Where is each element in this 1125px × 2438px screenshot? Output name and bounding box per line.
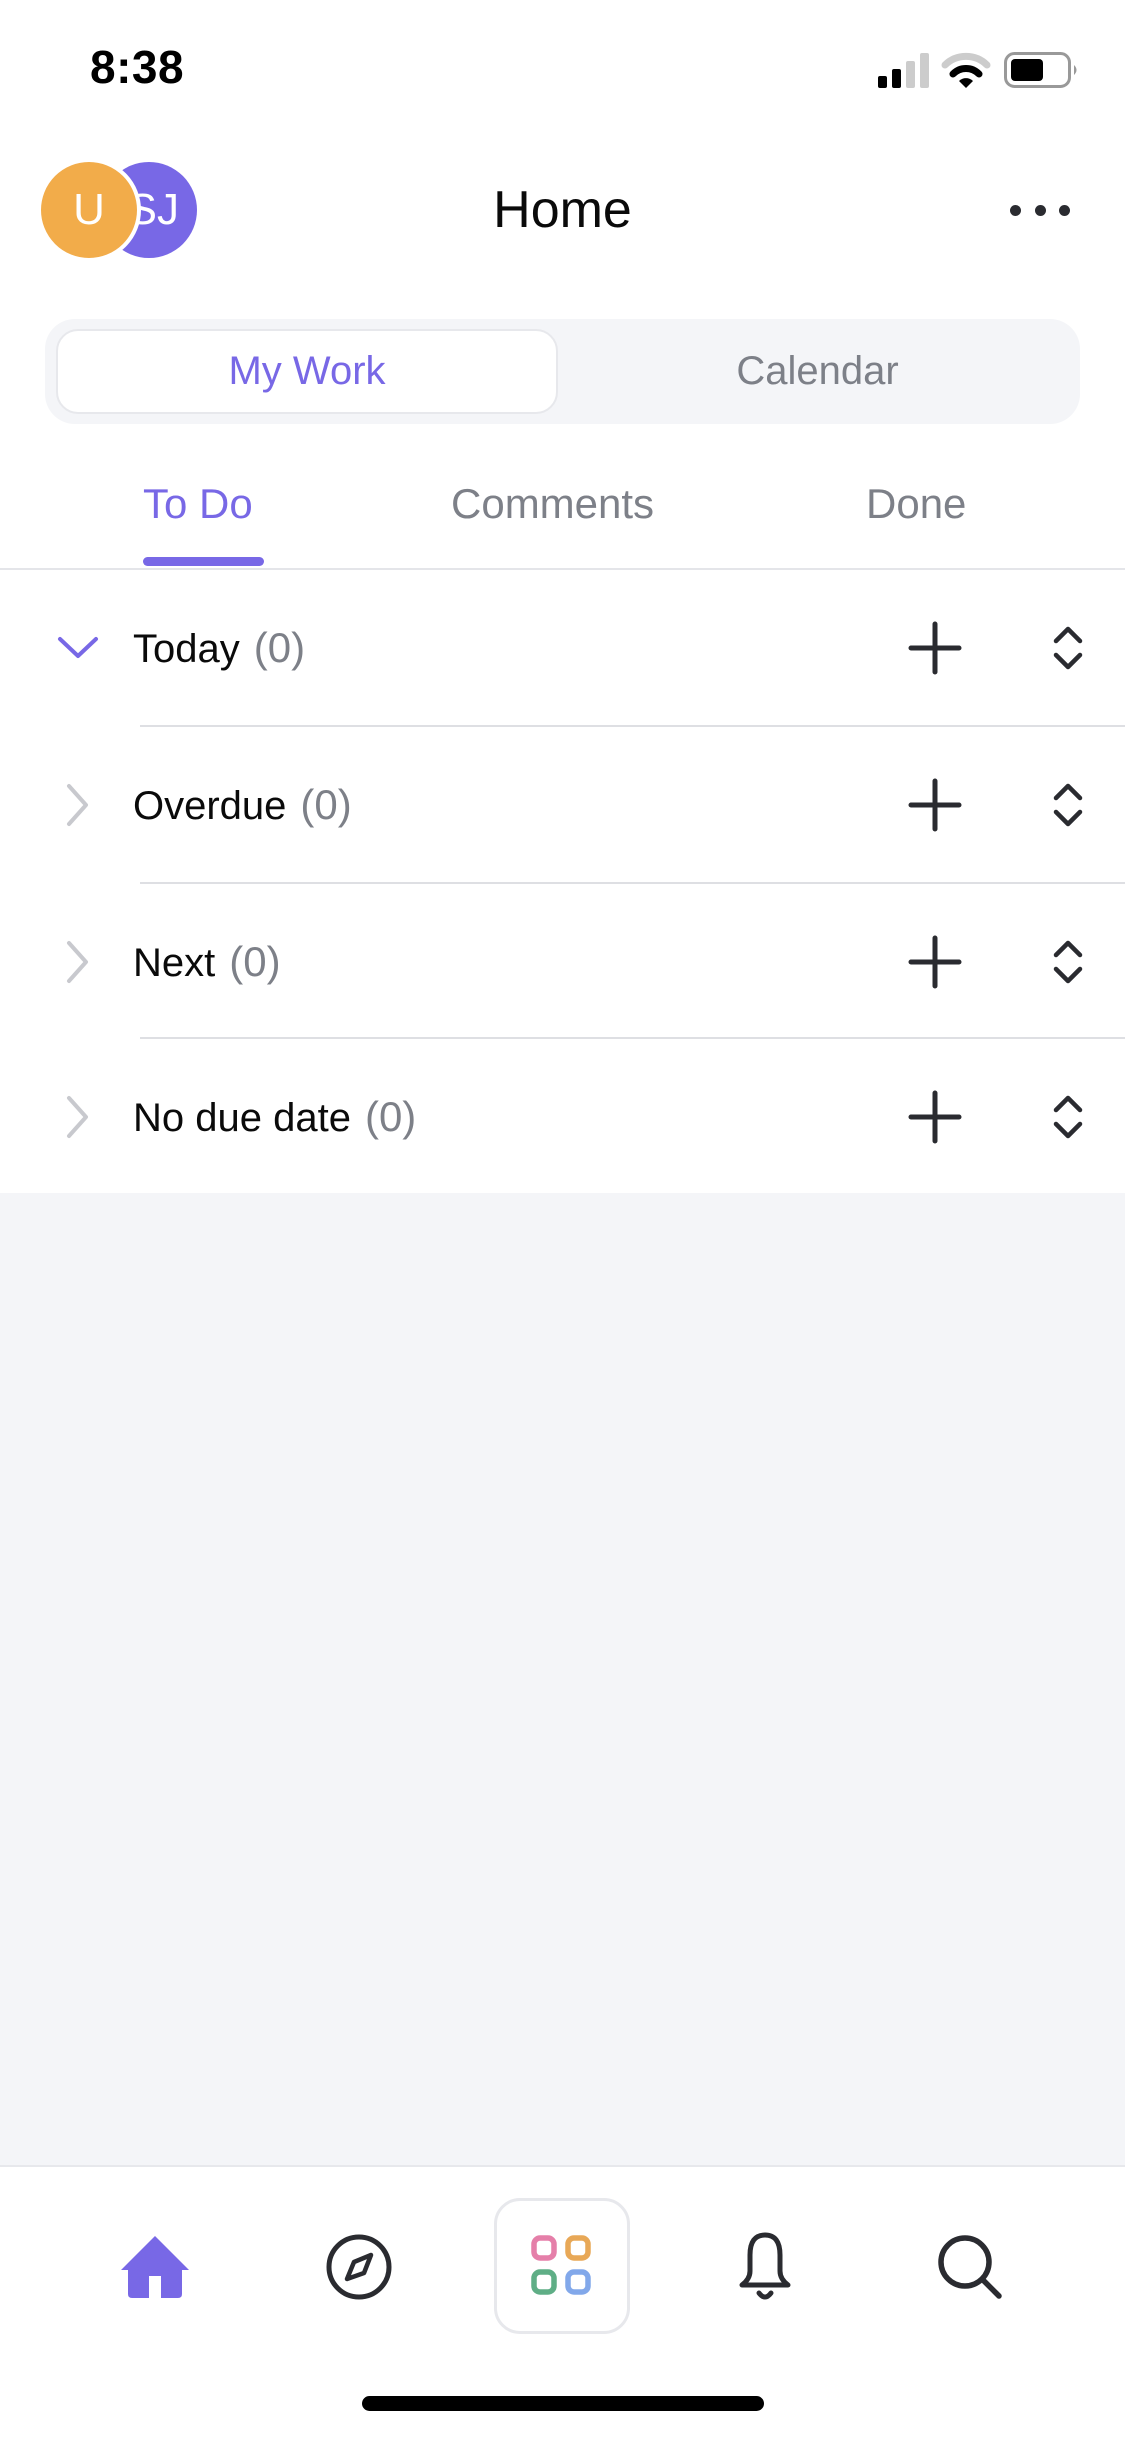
section-label: Overdue <box>133 784 287 828</box>
chevron-right-icon[interactable] <box>55 1094 101 1140</box>
section-row-no-due-date[interactable]: No due date (0) <box>0 1039 1125 1195</box>
plus-icon[interactable] <box>908 778 962 832</box>
section-label: No due date <box>133 1096 351 1140</box>
nav-home[interactable] <box>113 2225 197 2309</box>
search-icon <box>938 2235 1002 2299</box>
bell-icon <box>739 2232 791 2300</box>
tab-comments[interactable]: Comments <box>451 480 654 528</box>
segment-my-work[interactable]: My Work <box>56 329 558 414</box>
sort-icon[interactable] <box>1050 937 1086 987</box>
active-tab-indicator <box>143 557 264 566</box>
segment-calendar[interactable]: Calendar <box>565 329 1070 414</box>
apps-grid-icon <box>531 2235 591 2295</box>
section-label: Next <box>133 941 216 985</box>
view-segmented-control: My Work Calendar <box>45 319 1080 424</box>
section-row-today[interactable]: Today (0) <box>0 570 1125 726</box>
tab-done[interactable]: Done <box>866 480 966 528</box>
section-count: (0) <box>300 781 352 828</box>
section-row-overdue[interactable]: Overdue (0) <box>0 727 1125 883</box>
compass-icon <box>326 2234 392 2300</box>
chevron-right-icon[interactable] <box>55 939 101 985</box>
section-row-next[interactable]: Next (0) <box>0 884 1125 1040</box>
more-horizontal-icon <box>1010 204 1021 216</box>
sort-icon[interactable] <box>1050 780 1086 830</box>
section-count: (0) <box>229 938 281 985</box>
page-title: Home <box>493 181 632 239</box>
section-count: (0) <box>364 1093 417 1140</box>
plus-icon[interactable] <box>908 1090 962 1144</box>
chevron-right-icon[interactable] <box>55 782 101 828</box>
status-time: 8:38 <box>90 41 185 93</box>
home-indicator[interactable] <box>362 2396 764 2411</box>
plus-icon[interactable] <box>908 935 962 989</box>
battery-icon <box>1004 52 1077 88</box>
nav-search[interactable] <box>928 2225 1012 2309</box>
tab-to-do[interactable]: To Do <box>143 480 253 528</box>
status-icons <box>878 52 1077 88</box>
more-options-button[interactable] <box>1010 195 1070 225</box>
nav-notifications[interactable] <box>723 2225 807 2309</box>
section-label: Today <box>133 627 240 671</box>
plus-icon[interactable] <box>908 621 962 675</box>
wifi-icon <box>941 52 991 88</box>
sort-icon[interactable] <box>1050 1092 1086 1142</box>
nav-apps[interactable] <box>494 2198 630 2334</box>
section-count: (0) <box>253 624 306 671</box>
signal-icon <box>878 53 929 88</box>
chevron-down-icon[interactable] <box>55 625 101 671</box>
sort-icon[interactable] <box>1050 623 1086 673</box>
home-icon <box>121 2236 189 2298</box>
nav-explore[interactable] <box>317 2225 401 2309</box>
